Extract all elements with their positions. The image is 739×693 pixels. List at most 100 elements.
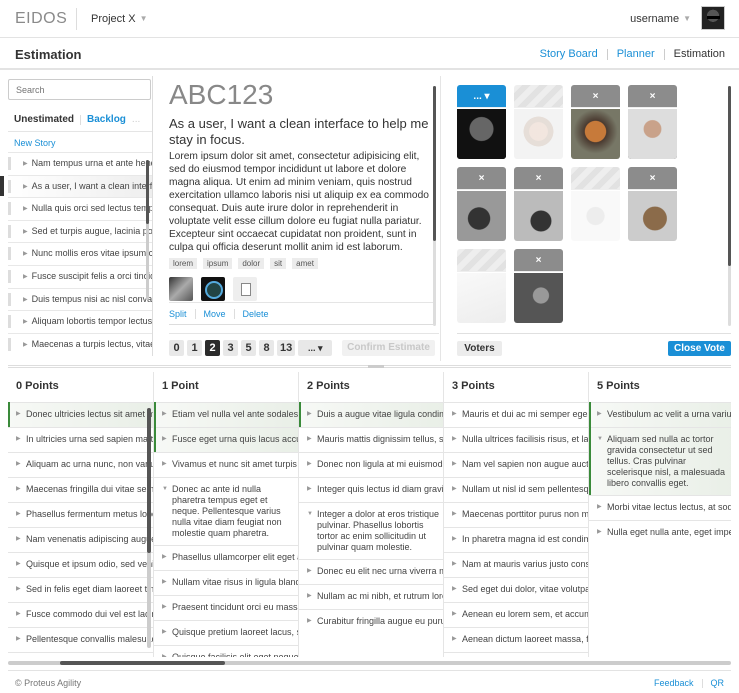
- caret-right-icon[interactable]: ▶: [452, 459, 457, 470]
- app-logo[interactable]: EIDOS: [15, 10, 67, 28]
- voters-scrollbar[interactable]: [728, 86, 731, 326]
- voted-x-icon[interactable]: ×: [571, 85, 620, 108]
- confirm-estimate-button[interactable]: Confirm Estimate: [342, 340, 435, 356]
- qr-link[interactable]: QR: [711, 678, 725, 688]
- caret-right-icon[interactable]: ▶: [452, 409, 457, 420]
- column-scrollbar[interactable]: [147, 408, 151, 648]
- column-story-item[interactable]: ▶ Pellentesque convallis malesuada: [8, 627, 153, 652]
- caret-right-icon[interactable]: ▶: [597, 502, 602, 513]
- nav-story-board[interactable]: Story Board: [540, 48, 598, 60]
- column-story-item[interactable]: ▶ Fusce commodo dui vel est lacinia: [8, 602, 153, 627]
- voter-card[interactable]: ×: [628, 85, 677, 159]
- column-story-item[interactable]: ▼ Donec ac ante id nulla pharetra tempus …: [154, 477, 299, 545]
- caret-right-icon[interactable]: ▶: [452, 534, 457, 545]
- column-story-item[interactable]: ▶ Sed in felis eget diam laoreet tinci: [8, 577, 153, 602]
- voter-card[interactable]: ... ▾: [457, 85, 506, 159]
- story-list-item[interactable]: ▶As a user, I want a clean interface: [8, 174, 152, 198]
- column-story-item[interactable]: ▶ Quisque et ipsum odio, sed vehicu: [8, 552, 153, 577]
- column-story-item[interactable]: ▶ Quisque pretium laoreet lacus, sit: [154, 620, 299, 645]
- column-story-item[interactable]: ▶ Duis a augue vitae ligula condimen: [299, 402, 444, 427]
- voters-button[interactable]: Voters: [457, 341, 502, 356]
- story-list-item[interactable]: ▶Fusce suscipit felis a orci tincidunt: [8, 264, 152, 288]
- horizontal-scrollbar[interactable]: [8, 661, 731, 665]
- column-story-item[interactable]: ▶ Nullam ac mi nibh, et rutrum lorem: [299, 584, 444, 609]
- column-story-item[interactable]: ▶ Donec ultricies lectus sit amet mi u: [8, 402, 153, 427]
- estimate-option-3[interactable]: 3: [223, 340, 238, 356]
- tag[interactable]: sit: [270, 258, 287, 269]
- caret-right-icon[interactable]: ▶: [16, 434, 21, 445]
- search-input[interactable]: [8, 79, 151, 100]
- voter-card[interactable]: [457, 249, 506, 323]
- voter-card[interactable]: ×: [514, 167, 563, 241]
- caret-right-icon[interactable]: ▶: [162, 409, 167, 420]
- scrollbar-thumb[interactable]: [433, 86, 436, 241]
- column-story-item[interactable]: ▶ Curabitur fringilla augue eu purus i: [299, 609, 444, 634]
- caret-right-icon[interactable]: ▶: [16, 534, 21, 545]
- caret-right-icon[interactable]: ▶: [307, 459, 312, 470]
- column-story-item[interactable]: ▶ Nullam ut nisl id sem pellentesque: [444, 477, 589, 502]
- caret-right-icon[interactable]: ▶: [16, 559, 21, 570]
- caret-right-icon[interactable]: ▶: [307, 484, 312, 495]
- column-story-item[interactable]: ▶ Donec non ligula at mi euismod he: [299, 452, 444, 477]
- voter-card[interactable]: ×: [571, 85, 620, 159]
- story-list-item[interactable]: ▶Nunc mollis eros vitae ipsum congue: [8, 242, 152, 265]
- column-story-item[interactable]: ▶ Aliquam ac urna nunc, non varius s: [8, 452, 153, 477]
- tabs-more[interactable]: ...: [132, 114, 140, 125]
- close-vote-button[interactable]: Close Vote: [668, 341, 731, 356]
- nav-estimation[interactable]: Estimation: [674, 48, 725, 60]
- caret-right-icon[interactable]: ▶: [162, 577, 167, 588]
- caret-right-icon[interactable]: ▶: [162, 552, 167, 563]
- estimate-option-0[interactable]: 0: [169, 340, 184, 356]
- caret-down-icon[interactable]: ▼: [162, 484, 168, 495]
- column-story-item[interactable]: ▶ Praesent tincidunt orci eu massa f: [154, 595, 299, 620]
- column-story-item[interactable]: ▶ Phasellus fermentum metus lobort: [8, 502, 153, 527]
- caret-right-icon[interactable]: ▶: [16, 409, 21, 420]
- move-link[interactable]: Move: [204, 309, 226, 319]
- voted-x-icon[interactable]: ×: [457, 167, 506, 190]
- photo-attachment-icon[interactable]: [169, 277, 193, 301]
- scrollbar-thumb[interactable]: [147, 408, 151, 553]
- caret-right-icon[interactable]: ▶: [597, 409, 602, 420]
- column-story-item[interactable]: ▼ Integer a dolor at eros tristique pulvi…: [299, 502, 444, 559]
- caret-right-icon[interactable]: ▶: [452, 559, 457, 570]
- avatar[interactable]: [701, 6, 725, 30]
- tag[interactable]: lorem: [169, 258, 198, 269]
- splitter-grip[interactable]: [368, 365, 384, 368]
- column-story-item[interactable]: ▶ In pharetra magna id est condimen: [444, 527, 589, 552]
- estimate-option-5[interactable]: 5: [241, 340, 256, 356]
- tag[interactable]: ipsum: [203, 258, 233, 269]
- voter-card[interactable]: ×: [628, 167, 677, 241]
- scrollbar-thumb[interactable]: [728, 86, 731, 266]
- column-story-item[interactable]: ▶ Nam vel sapien non augue auctor: [444, 452, 589, 477]
- caret-right-icon[interactable]: ▶: [452, 584, 457, 595]
- caret-down-icon[interactable]: ▼: [597, 434, 603, 445]
- column-story-item[interactable]: ▶ Nulla ultrices facilisis risus, et laci…: [444, 427, 589, 452]
- project-selector[interactable]: Project X ▼: [91, 13, 148, 25]
- voter-card[interactable]: ×: [457, 167, 506, 241]
- scrollbar-thumb[interactable]: [146, 160, 149, 224]
- story-detail-scrollbar[interactable]: [433, 86, 436, 326]
- column-story-item[interactable]: ▶ Integer quis lectus id diam gravida: [299, 477, 444, 502]
- caret-right-icon[interactable]: ▶: [162, 627, 167, 638]
- caret-right-icon[interactable]: ▶: [452, 434, 457, 445]
- caret-right-icon[interactable]: ▶: [307, 434, 312, 445]
- story-list-item[interactable]: ▶Maecenas a turpis lectus, vitae he: [8, 332, 152, 356]
- voted-x-icon[interactable]: ×: [628, 167, 677, 190]
- column-story-item[interactable]: ▶ Phasellus ullamcorper elit eget ant: [154, 545, 299, 570]
- caret-right-icon[interactable]: ▶: [452, 484, 457, 495]
- column-story-item[interactable]: ▶ In ultricies urna sed sapien mattis: [8, 427, 153, 452]
- caret-right-icon[interactable]: ▶: [16, 484, 21, 495]
- caret-right-icon[interactable]: ▶: [162, 652, 167, 657]
- user-menu[interactable]: username ▼: [630, 13, 691, 25]
- voted-x-icon[interactable]: ×: [628, 85, 677, 108]
- column-story-item[interactable]: ▶ Fusce eget urna quis lacus accum: [154, 427, 299, 452]
- caret-right-icon[interactable]: ▶: [162, 602, 167, 613]
- lens-attachment-icon[interactable]: [201, 277, 225, 301]
- scrollbar-thumb[interactable]: [60, 661, 225, 665]
- pane-splitter[interactable]: [8, 365, 731, 368]
- caret-right-icon[interactable]: ▶: [162, 459, 167, 470]
- voter-card[interactable]: [514, 85, 563, 159]
- delete-link[interactable]: Delete: [243, 309, 269, 319]
- caret-right-icon[interactable]: ▶: [162, 434, 167, 445]
- column-story-item[interactable]: ▶ Nam venenatis adipiscing augue, e: [8, 527, 153, 552]
